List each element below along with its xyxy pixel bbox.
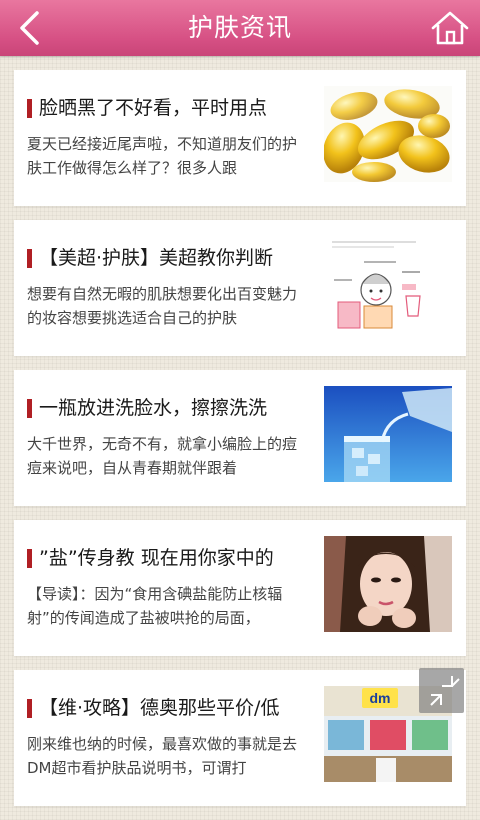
article-title: 脸晒黑了不好看，平时用点 [39, 97, 268, 119]
title-accent-bar [27, 249, 32, 268]
title-accent-bar [27, 549, 32, 568]
title-accent-bar [27, 99, 32, 118]
article-title: 【维·攻略】德奥那些平价/低 [39, 697, 280, 719]
article-card[interactable]: 【美超·护肤】美超教你判断 想要有自然无暇的肌肤想要化出百变魅力的妆容想要挑选适… [14, 220, 466, 356]
article-card[interactable]: 一瓶放进洗脸水，擦擦洗洗 大千世界，无奇不有，就拿小编脸上的痘痘来说吧，自从青春… [14, 370, 466, 506]
article-summary: 夏天已经接近尾声啦，不知道朋友们的护肤工作做得怎么样了？很多人跟 [27, 135, 298, 177]
collapse-arrows-icon [430, 676, 460, 706]
article-summary: 想要有自然无暇的肌肤想要化出百变魅力的妆容想要挑选适合自己的护肤 [27, 285, 298, 327]
vitamin-e-capsules-image [324, 86, 452, 182]
article-title: 一瓶放进洗脸水，擦擦洗洗 [39, 397, 268, 419]
article-card[interactable]: 【维·攻略】德奥那些平价/低 刚来维也纳的时候，最喜欢做的事就是去DM超市看护肤… [14, 670, 466, 806]
pouring-water-glass-image [324, 386, 452, 482]
article-card[interactable]: 脸晒黑了不好看，平时用点 夏天已经接近尾声啦，不知道朋友们的护肤工作做得怎么样了… [14, 70, 466, 206]
skin-type-sketch-image [324, 236, 452, 332]
app-header: 护肤资讯 [0, 0, 480, 56]
home-icon [431, 11, 469, 45]
woman-portrait-image [324, 536, 452, 632]
title-accent-bar [27, 399, 32, 418]
article-summary: 【导读】：因为“食用含碘盐能防止核辐射”的传闻造成了盐被哄抢的局面， [27, 585, 283, 627]
article-list: 脸晒黑了不好看，平时用点 夏天已经接近尾声啦，不知道朋友们的护肤工作做得怎么样了… [14, 70, 466, 820]
home-button[interactable] [428, 6, 472, 50]
article-title: 【美超·护肤】美超教你判断 [39, 247, 274, 269]
article-summary: 大千世界，无奇不有，就拿小编脸上的痘痘来说吧，自从青春期就伴跟着 [27, 435, 298, 477]
title-accent-bar [27, 699, 32, 718]
page-title: 护肤资讯 [187, 13, 292, 42]
expand-button[interactable] [419, 668, 464, 713]
article-title: ”盐”传身教 现在用你家中的 [39, 547, 274, 569]
dm-logo-text: dm [370, 690, 391, 706]
article-summary: 刚来维也纳的时候，最喜欢做的事就是去DM超市看护肤品说明书，可谓打 [27, 735, 298, 777]
article-card[interactable]: ”盐”传身教 现在用你家中的 【导读】：因为“食用含碘盐能防止核辐射”的传闻造成… [14, 520, 466, 656]
